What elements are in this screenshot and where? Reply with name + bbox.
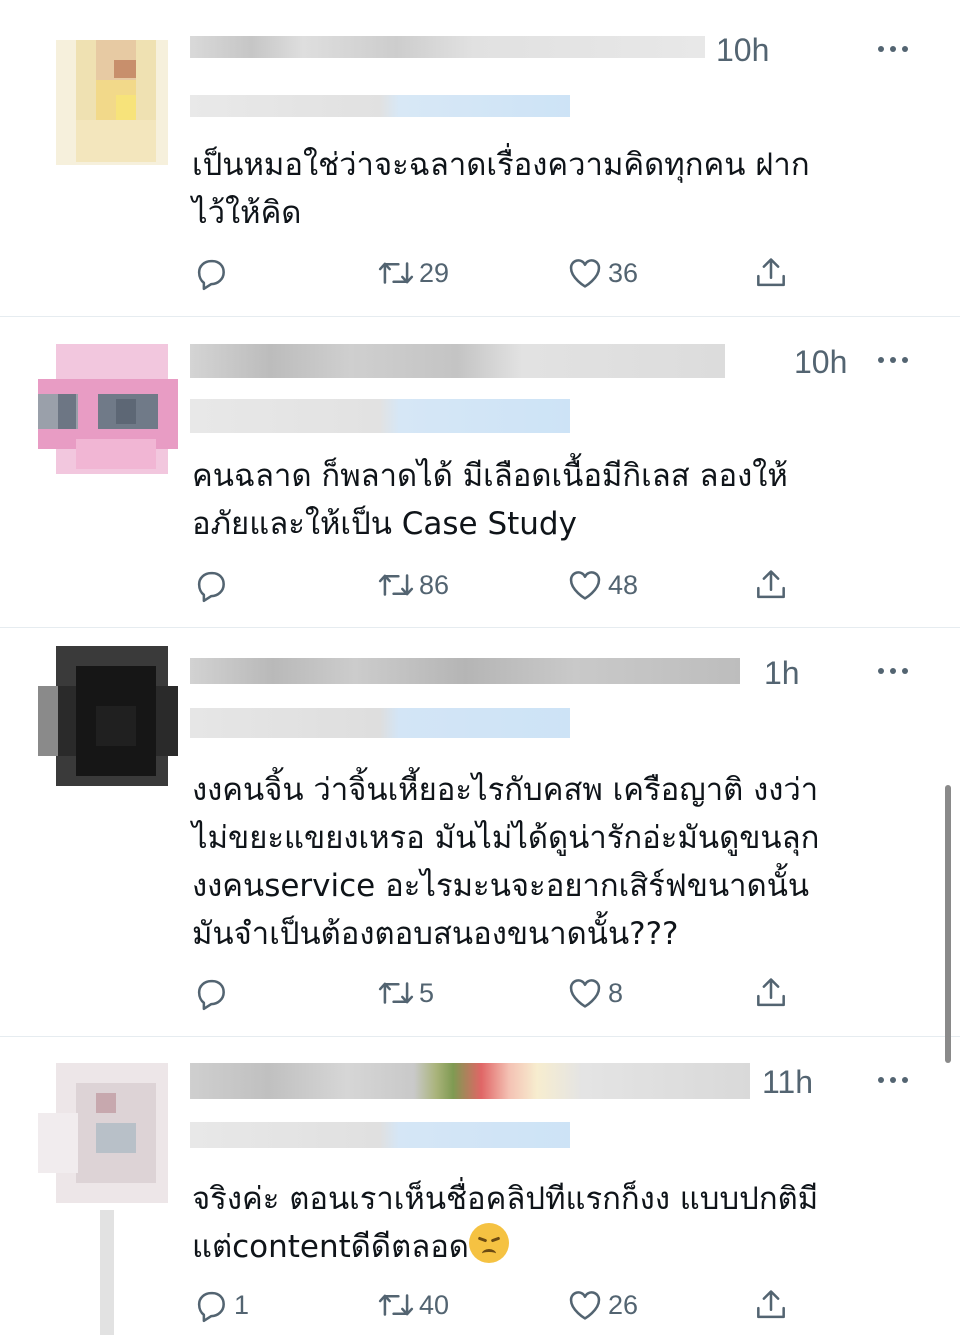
avatar[interactable] — [38, 1063, 178, 1203]
tweet-4[interactable]: 11h จริงค่ะ ตอนเราเห็นชื่อคลิปทีแรกก็งง … — [0, 1037, 960, 1335]
more-options-icon[interactable] — [876, 1074, 910, 1086]
heart-icon — [569, 979, 601, 1008]
user-name-redacted[interactable] — [190, 344, 725, 378]
like-button[interactable]: 48 — [566, 565, 638, 605]
tweet-2[interactable]: 10h คนฉลาด ก็พลาดได้ มีเลือดเนื้อมีกิเลส… — [0, 317, 960, 627]
reply-icon — [197, 571, 225, 603]
retweet-button[interactable]: 86 — [377, 565, 449, 605]
more-options-icon[interactable] — [876, 354, 910, 366]
retweet-count: 40 — [419, 1289, 450, 1320]
thread-line — [100, 1210, 114, 1335]
retweet-button[interactable]: 29 — [377, 253, 449, 293]
retweet-icon — [378, 1294, 414, 1316]
tweet-text: งงคนจิ้น ว่าจิ้นเหี้ยอะไรกับคสพ เครือญาต… — [192, 772, 820, 952]
tweet-text: คนฉลาด ก็พลาดได้ มีเลือดเนื้อมีกิเลส ลอง… — [192, 458, 788, 542]
user-handle-redacted[interactable] — [190, 399, 570, 433]
like-count: 8 — [608, 977, 624, 1008]
retweet-icon — [378, 262, 414, 284]
share-button[interactable] — [752, 973, 790, 1013]
tweet-text: เป็นหมอใช่ว่าจะฉลาดเรื่องความคิดทุกคน ฝา… — [192, 147, 810, 231]
user-name-redacted[interactable] — [190, 36, 705, 58]
user-name-redacted[interactable] — [190, 1063, 750, 1099]
share-button[interactable] — [752, 253, 790, 293]
like-button[interactable]: 26 — [566, 1285, 638, 1325]
reply-button[interactable] — [192, 973, 234, 1013]
reply-button[interactable]: 1 — [192, 1285, 249, 1325]
like-count: 48 — [608, 569, 639, 600]
share-button[interactable] — [752, 565, 790, 605]
retweet-icon — [378, 982, 414, 1004]
reply-button[interactable] — [192, 565, 234, 605]
reply-icon — [197, 259, 225, 291]
avatar[interactable] — [38, 25, 178, 165]
retweet-button[interactable]: 5 — [377, 973, 434, 1013]
share-icon — [757, 258, 785, 287]
heart-icon — [569, 1291, 601, 1320]
share-icon — [757, 1290, 785, 1319]
tweet-timestamp[interactable]: 10h — [794, 342, 847, 382]
reply-icon — [197, 1291, 225, 1323]
retweet-button[interactable]: 40 — [377, 1285, 449, 1325]
more-options-icon[interactable] — [876, 665, 910, 677]
tweet-3[interactable]: 1h งงคนจิ้น ว่าจิ้นเหี้ยอะไรกับคสพ เครือ… — [0, 628, 960, 1036]
tweet-text: จริงค่ะ ตอนเราเห็นชื่อคลิปทีแรกก็งง แบบป… — [192, 1175, 912, 1271]
tweet-1[interactable]: 10h เป็นหมอใช่ว่าจะฉลาดเรื่องความคิดทุกค… — [0, 0, 960, 316]
share-icon — [757, 978, 785, 1007]
reply-count: 1 — [234, 1289, 250, 1320]
more-options-icon[interactable] — [876, 43, 910, 55]
reply-icon — [197, 979, 225, 1011]
tweet-timestamp[interactable]: 10h — [716, 30, 769, 70]
disappointed-face-emoji — [468, 1223, 509, 1263]
avatar[interactable] — [38, 339, 178, 479]
tweet-timestamp[interactable]: 1h — [764, 653, 800, 693]
retweet-count: 29 — [419, 257, 450, 288]
user-name-redacted[interactable] — [190, 658, 740, 684]
tweet-timestamp[interactable]: 11h — [762, 1062, 813, 1102]
user-handle-redacted[interactable] — [190, 708, 570, 738]
share-button[interactable] — [752, 1285, 790, 1325]
like-button[interactable]: 8 — [566, 973, 623, 1013]
like-count: 36 — [608, 257, 639, 288]
avatar[interactable] — [38, 646, 178, 786]
heart-icon — [569, 571, 601, 600]
user-handle-redacted[interactable] — [190, 95, 570, 117]
retweet-count: 86 — [419, 569, 450, 600]
like-button[interactable]: 36 — [566, 253, 638, 293]
scrollbar[interactable] — [945, 785, 951, 1063]
retweet-icon — [378, 574, 414, 596]
share-icon — [757, 570, 785, 599]
retweet-count: 5 — [419, 977, 435, 1008]
user-handle-redacted[interactable] — [190, 1122, 570, 1148]
like-count: 26 — [608, 1289, 639, 1320]
reply-button[interactable] — [192, 253, 234, 293]
heart-icon — [569, 259, 601, 288]
